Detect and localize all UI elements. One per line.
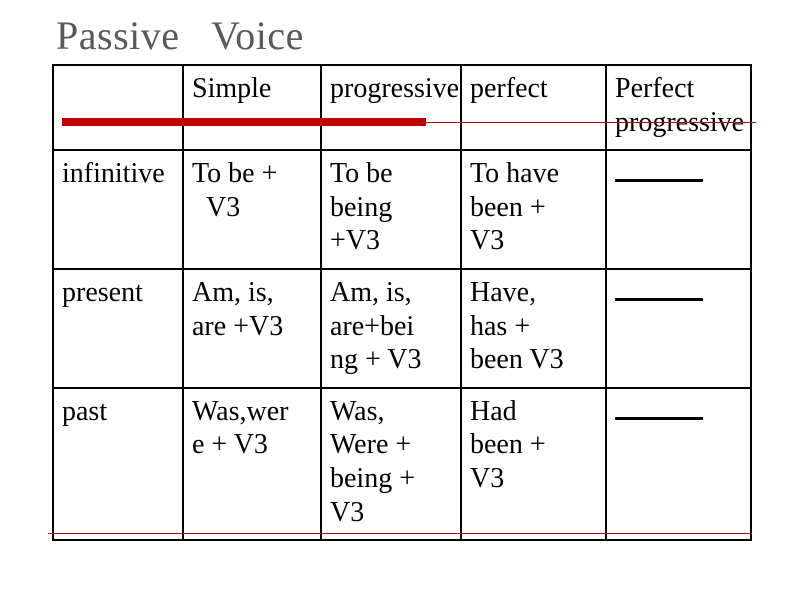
cell-present-progressive: Am, is, are+bei ng + V3 [321, 269, 461, 388]
red-bar [62, 118, 426, 126]
cell-past-simple: Was,wer e + V3 [183, 388, 321, 540]
cell-infinitive-simple: To be + V3 [183, 150, 321, 269]
rowlabel-past: past [53, 388, 183, 540]
red-line [48, 533, 752, 534]
header-simple: Simple [183, 65, 321, 150]
blank-dash [615, 298, 703, 301]
cell-infinitive-perfprog [606, 150, 751, 269]
cell-past-perfprog [606, 388, 751, 540]
rowlabel-present: present [53, 269, 183, 388]
cell-infinitive-progressive: To be being +V3 [321, 150, 461, 269]
cell-infinitive-perfect: To have been + V3 [461, 150, 606, 269]
header-empty [53, 65, 183, 150]
rowlabel-infinitive: infinitive [53, 150, 183, 269]
cell-present-perfect: Have, has + been V3 [461, 269, 606, 388]
header-perfprog-line1: Perfect [615, 73, 694, 104]
header-perfect: perfect [461, 65, 606, 150]
blank-dash [615, 417, 703, 420]
red-line [426, 122, 756, 123]
cell-present-perfprog [606, 269, 751, 388]
header-progressive: progressive [321, 65, 461, 150]
table-header-row: Simple progressive perfect Perfect progr… [53, 65, 751, 150]
table-row: present Am, is, are +V3 Am, is, are+bei … [53, 269, 751, 388]
table-row: past Was,wer e + V3 Was, Were + being + … [53, 388, 751, 540]
header-perfect-progressive: Perfect progressive [606, 65, 751, 150]
cell-past-progressive: Was, Were + being + V3 [321, 388, 461, 540]
cell-present-simple: Am, is, are +V3 [183, 269, 321, 388]
cell-past-perfect: Had been + V3 [461, 388, 606, 540]
table-row: infinitive To be + V3 To be being +V3 To… [53, 150, 751, 269]
blank-dash [615, 179, 703, 182]
page-title: Passive Voice [0, 0, 800, 67]
grammar-table: Simple progressive perfect Perfect progr… [52, 64, 752, 541]
